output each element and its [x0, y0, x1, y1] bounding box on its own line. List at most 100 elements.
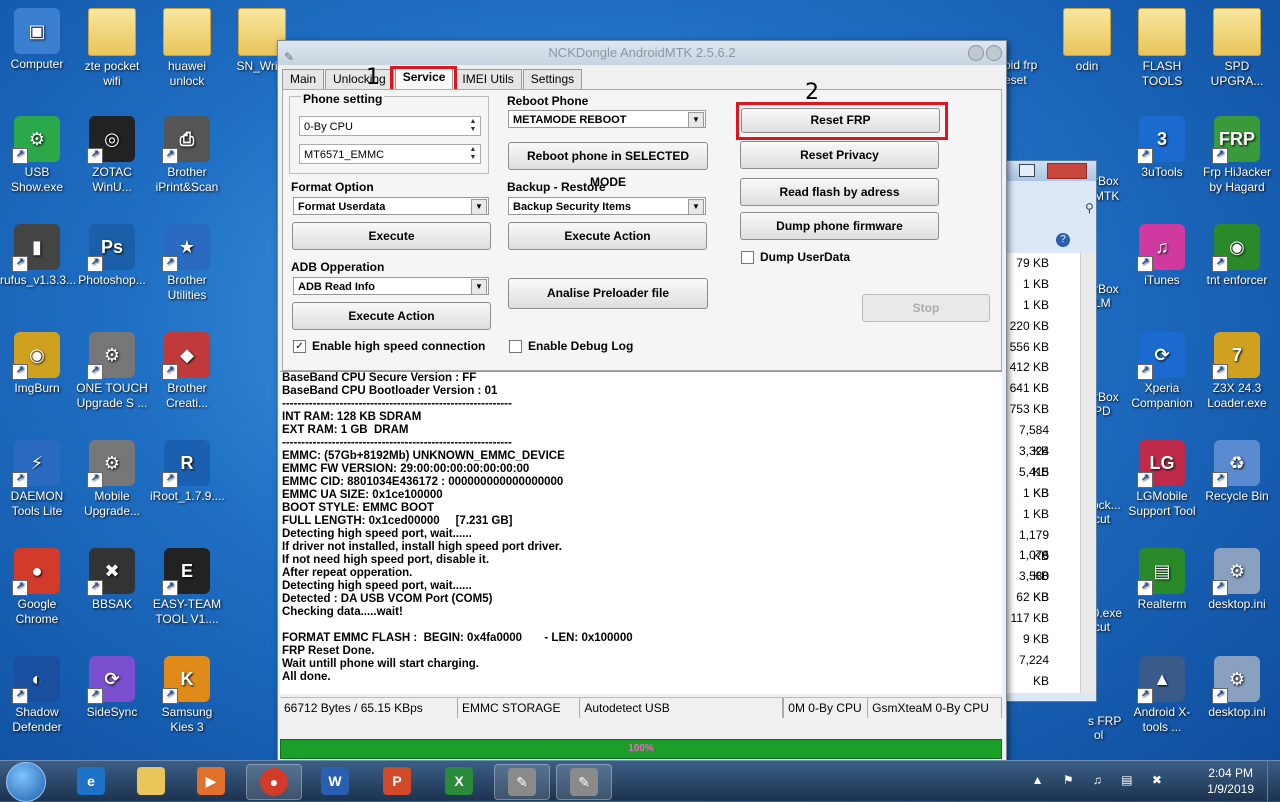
cpu-spin-icon[interactable]: ▲ ▼ — [468, 118, 478, 134]
reboot-selected-mode-button[interactable]: Reboot phone in SELECTED MODE — [508, 142, 708, 189]
desktop-icon-right-13[interactable]: ▲ ↗ Android X-tools ... — [1125, 656, 1199, 735]
chevron-down-icon[interactable]: ▼ — [471, 199, 487, 215]
adb-operation-select[interactable]: ADB Read Info ▼ — [293, 277, 489, 295]
explorer-titlebar[interactable] — [1001, 161, 1096, 181]
show-desktop-button[interactable] — [1267, 761, 1280, 801]
chip-spin-icon[interactable]: ▲ ▼ — [468, 146, 478, 162]
minimize-button[interactable] — [968, 45, 984, 61]
desktop-icon-right-5[interactable]: ♫ ↗ iTunes — [1125, 224, 1199, 288]
log-line: FORMAT EMMC FLASH : BEGIN: 0x4fa0000 - L… — [282, 632, 633, 644]
desktop-icon-16[interactable]: ● ↗ Google Chrome — [0, 548, 74, 627]
desktop-icon-right-14[interactable]: ⚙ ↗ desktop.ini — [1200, 656, 1274, 720]
desktop-icon-13[interactable]: ⚡ ↗ DAEMON Tools Lite — [0, 440, 74, 519]
taskbar-excel[interactable]: X — [432, 764, 486, 798]
desktop-icon-right-3[interactable]: 3 ↗ 3uTools — [1125, 116, 1199, 180]
backup-restore-select[interactable]: Backup Security Items ▼ — [508, 197, 706, 215]
taskbar-word[interactable]: W — [308, 764, 362, 798]
tab-main[interactable]: Main — [282, 69, 325, 89]
start-button[interactable] — [6, 762, 46, 802]
explorer-close-icon[interactable] — [1047, 163, 1087, 179]
desktop-icon-14[interactable]: ⚙ ↗ Mobile Upgrade... — [75, 440, 149, 519]
desktop-icon-7[interactable]: ▮ ↗ rufus_v1.3.3... — [0, 224, 76, 288]
desktop-icon-6[interactable]: ⎙ ↗ Brother iPrint&Scan — [150, 116, 224, 195]
desktop-icon-0[interactable]: ▣ Computer — [0, 8, 74, 72]
window-titlebar[interactable]: ✎ NCKDongle AndroidMTK 2.5.6.2 — [278, 41, 1006, 65]
chip-select[interactable]: MT6571_EMMC ▲ ▼ — [299, 144, 481, 164]
execute-backup-button[interactable]: Execute Action — [508, 222, 707, 250]
desktop-icon-right-4[interactable]: FRP ↗ Frp HiJacker by Hagard — [1200, 116, 1274, 195]
clock[interactable]: 2:04 PM 1/9/2019 — [1207, 765, 1254, 797]
dump-firmware-button[interactable]: Dump phone firmware — [740, 212, 939, 240]
desktop-icon-right-11[interactable]: ▤ ↗ Realterm — [1125, 548, 1199, 612]
analise-preloader-button[interactable]: Analise Preloader file — [508, 278, 708, 309]
desktop-icon-9[interactable]: ★ ↗ Brother Utilities — [150, 224, 224, 303]
stop-button[interactable]: Stop — [862, 294, 990, 322]
execute-format-button[interactable]: Execute — [292, 222, 491, 250]
desktop-icon-10[interactable]: ◉ ↗ ImgBurn — [0, 332, 74, 396]
step-marker-1: 1 — [366, 65, 380, 90]
desktop-icon-1[interactable]: zte pocket wifi — [75, 8, 149, 89]
reset-privacy-button[interactable]: Reset Privacy — [740, 141, 939, 169]
taskbar-chrome[interactable]: ● — [246, 764, 302, 800]
execute-adb-button[interactable]: Execute Action — [292, 302, 491, 330]
desktop-icon-label: EASY-TEAM TOOL V1.... — [152, 597, 222, 626]
cpu-select[interactable]: 0-By CPU ▲ ▼ — [299, 116, 481, 136]
desktop-icon-17[interactable]: ✖ ↗ BBSAK — [75, 548, 149, 612]
chevron-down-icon[interactable]: ▼ — [688, 112, 704, 128]
desktop-icon-8[interactable]: Ps ↗ Photoshop... — [75, 224, 149, 288]
high-speed-checkbox[interactable]: ✓ Enable high speed connection — [293, 339, 485, 353]
desktop-icon-12[interactable]: ◆ ↗ Brother Creati... — [150, 332, 224, 411]
close-button[interactable] — [986, 45, 1002, 61]
tab-settings[interactable]: Settings — [522, 69, 583, 89]
dump-userdata-checkbox[interactable]: Dump UserData — [741, 250, 850, 264]
chevron-down-icon[interactable]: ▼ — [688, 199, 704, 215]
taskbar-nckdongle-1[interactable]: ✎ — [494, 764, 550, 800]
taskbar-nckdongle-2[interactable]: ✎ — [556, 764, 612, 800]
desktop-icon-right-0[interactable]: odin — [1050, 8, 1124, 74]
desktop-icon-5[interactable]: ◎ ↗ ZOTAC WinU... — [75, 116, 149, 195]
explorer-scrollbar[interactable] — [1080, 253, 1096, 693]
desktop-icon-right-10[interactable]: ♻ ↗ Recycle Bin — [1200, 440, 1274, 504]
explorer-help-icon[interactable]: ? — [1056, 233, 1070, 247]
desktop-icon-18[interactable]: E ↗ EASY-TEAM TOOL V1.... — [150, 548, 224, 627]
reboot-mode-select[interactable]: METAMODE REBOOT ▼ — [508, 110, 706, 128]
tab-imei-utils[interactable]: IMEI Utils — [454, 69, 522, 89]
desktop-icon-right-12[interactable]: ⚙ ↗ desktop.ini — [1200, 548, 1274, 612]
desktop-icon-right-7[interactable]: ⟳ ↗ Xperia Companion — [1125, 332, 1199, 411]
taskbar-explorer[interactable] — [124, 764, 178, 798]
taskbar-media[interactable]: ▶ — [184, 764, 238, 798]
desktop-icon-right-6[interactable]: ◉ ↗ tnt enforcer — [1200, 224, 1274, 288]
desktop-icon-15[interactable]: R ↗ iRoot_1.7.9.... — [150, 440, 225, 504]
explorer-search-icon[interactable]: ⚲ — [1085, 201, 1094, 215]
folder-icon — [163, 8, 211, 56]
tab-unlocking[interactable]: Unlocking — [325, 69, 394, 89]
desktop-icon-11[interactable]: ⚙ ↗ ONE TOUCH Upgrade S ... — [75, 332, 149, 411]
window-menu-icon[interactable]: ✎ — [284, 45, 294, 69]
desktop-icon-right-1[interactable]: FLASH TOOLS — [1125, 8, 1199, 89]
taskbar-powerpoint[interactable]: P — [370, 764, 424, 798]
checkbox-checked-icon[interactable]: ✓ — [293, 339, 306, 353]
chevron-down-icon[interactable]: ▼ — [471, 279, 487, 295]
desktop-icon-right-2[interactable]: SPD UPGRA... — [1200, 8, 1274, 89]
nckdongle-window: ✎ NCKDongle AndroidMTK 2.5.6.2 Main Unloc… — [277, 40, 1007, 764]
desktop-icon-4[interactable]: ⚙ ↗ USB Show.exe — [0, 116, 74, 195]
system-tray[interactable]: ▲ ⚑ ♫ ▤ ✖ — [1032, 773, 1170, 787]
explorer-window[interactable]: ⚲ ? 79 KB 1 KB 1 KB 220 KB 556 KB 412 KB 641 K… — [1000, 160, 1097, 702]
app-icon: ⟳ ↗ — [87, 656, 135, 704]
desktop-icon-2[interactable]: huawei unlock — [150, 8, 224, 89]
checkbox-empty-icon[interactable] — [741, 250, 754, 264]
desktop-icon-right-9[interactable]: LG ↗ LGMobile Support Tool — [1125, 440, 1199, 519]
format-option-select[interactable]: Format Userdata ▼ — [293, 197, 489, 215]
desktop-icon-label: Realterm — [1137, 597, 1187, 611]
checkbox-empty-icon[interactable] — [509, 339, 522, 353]
desktop-icon-19[interactable]: ◐ ↗ Shadow Defender — [0, 656, 74, 735]
reset-frp-button[interactable]: Reset FRP — [741, 108, 940, 133]
log-output[interactable]: BaseBand CPU Secure Version : FF BaseBand… — [280, 371, 1002, 694]
explorer-restore-icon[interactable] — [1019, 164, 1035, 177]
desktop-icon-20[interactable]: ⟳ ↗ SideSync — [75, 656, 149, 720]
debug-log-checkbox[interactable]: Enable Debug Log — [509, 339, 633, 353]
read-flash-button[interactable]: Read flash by adress — [740, 178, 939, 206]
desktop-icon-right-8[interactable]: 7 ↗ Z3X 24.3 Loader.exe — [1200, 332, 1274, 411]
taskbar-ie[interactable]: e — [64, 764, 118, 798]
desktop-icon-21[interactable]: K ↗ Samsung Kies 3 — [150, 656, 224, 735]
